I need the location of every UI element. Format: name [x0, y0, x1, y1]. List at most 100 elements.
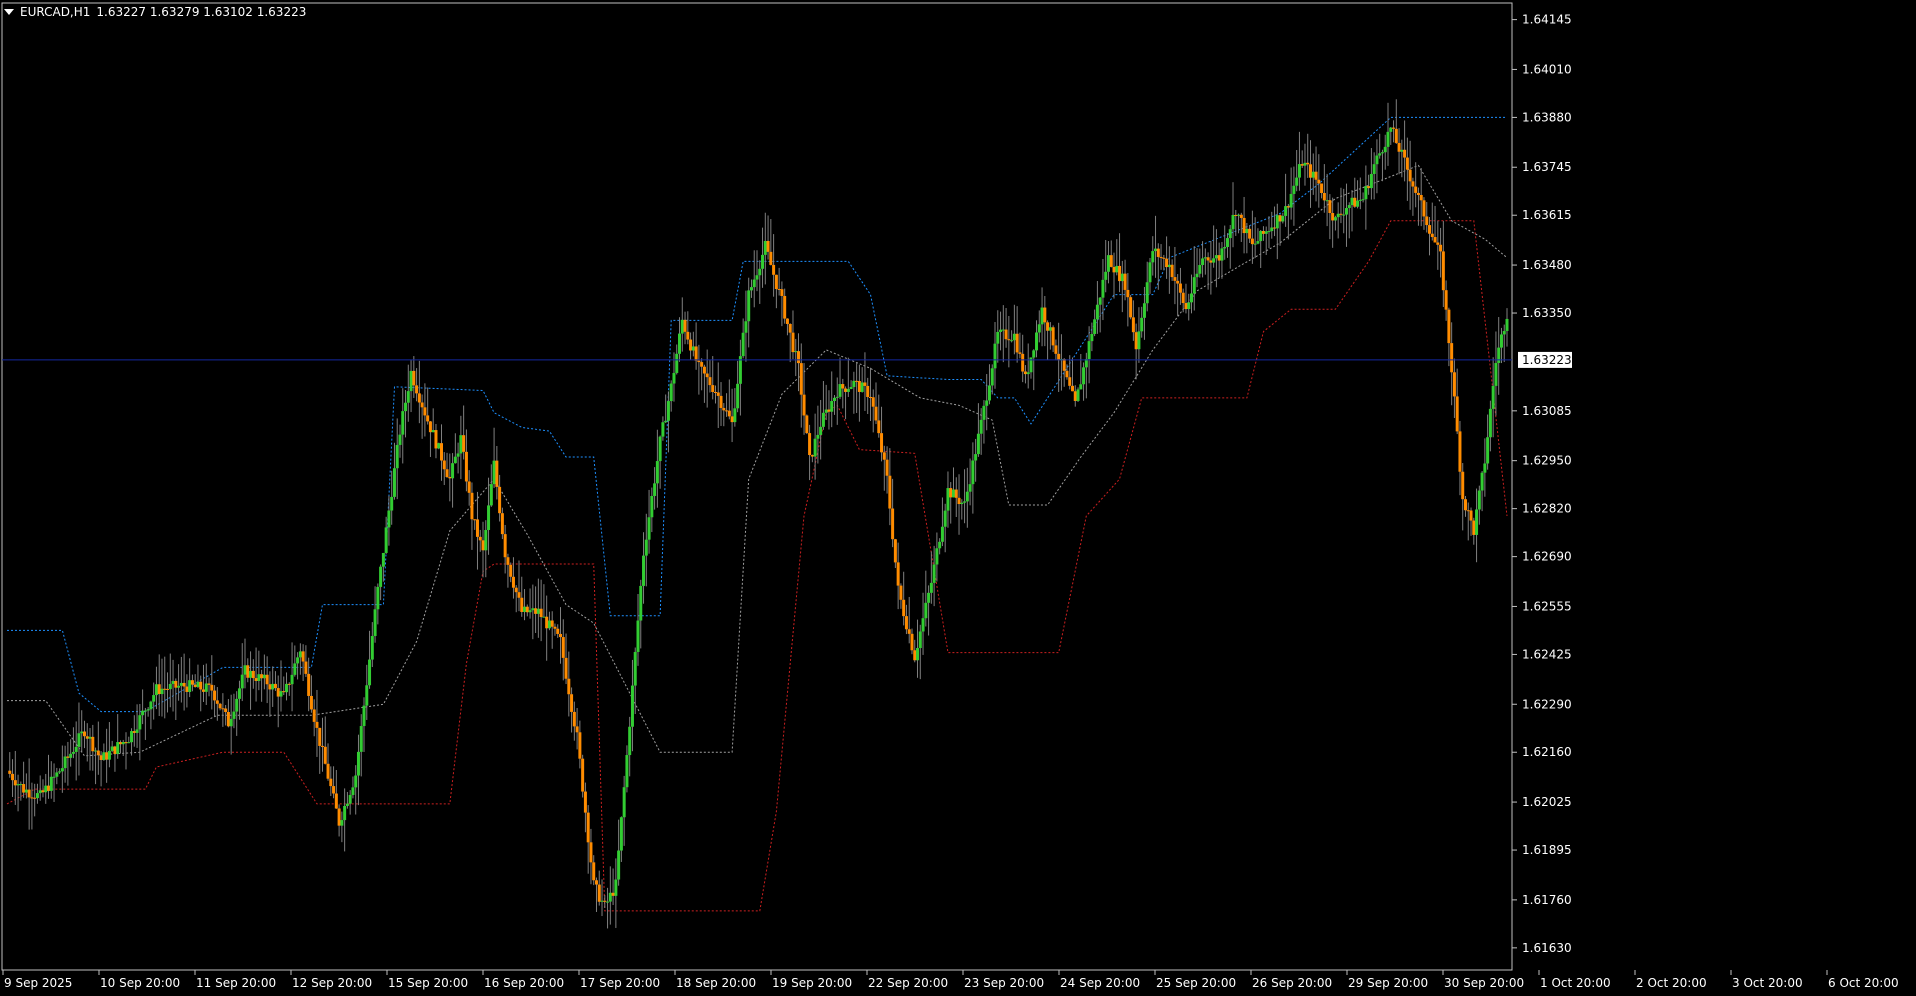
candle-body	[201, 689, 205, 692]
x-tick-label: 6 Oct 20:00	[1828, 976, 1899, 990]
candle-body	[1201, 258, 1205, 266]
candle-body	[1309, 164, 1313, 178]
candle-body	[11, 773, 15, 781]
candle-body	[210, 684, 214, 691]
candle-body	[1356, 200, 1360, 207]
candle-body	[351, 787, 355, 795]
candle-body	[1209, 260, 1213, 263]
x-tick-label: 29 Sep 20:00	[1348, 976, 1428, 990]
candle-body	[489, 484, 493, 506]
candle-body	[1444, 290, 1448, 310]
candle-body	[932, 564, 936, 583]
candle-body	[113, 746, 117, 754]
candle-body	[888, 475, 892, 509]
collapse-triangle-icon[interactable]	[4, 9, 14, 15]
candle-body	[1477, 490, 1481, 510]
candle-body	[74, 746, 78, 752]
candle-body	[1499, 334, 1503, 348]
candle-body	[1428, 225, 1432, 234]
candle-body	[163, 688, 167, 690]
candle-body	[459, 435, 463, 454]
candle-body	[398, 434, 402, 445]
candle-body	[1267, 231, 1271, 233]
price-chart[interactable]: 1.64145 1.64010 1.63880 1.63745 1.63615 1.634…	[0, 0, 1916, 996]
candle-body	[1475, 509, 1479, 535]
candle-body	[1106, 255, 1110, 272]
candle-body	[1192, 277, 1196, 294]
candle-body	[1217, 255, 1221, 261]
candle-body	[1469, 510, 1473, 521]
candle-body	[805, 415, 809, 434]
candle-body	[708, 377, 712, 386]
candle-body	[863, 382, 867, 386]
candle-body	[179, 682, 183, 686]
candle-body	[678, 333, 682, 354]
candle-body	[124, 742, 128, 744]
candle-body	[1419, 194, 1423, 201]
candle-body	[1342, 214, 1346, 216]
candle-body	[1123, 273, 1127, 290]
candle-body	[298, 651, 302, 658]
candle-body	[1178, 283, 1182, 293]
candle-body	[22, 784, 26, 793]
candle-body	[1358, 199, 1362, 201]
candle-body	[285, 683, 289, 693]
candle-body	[650, 495, 654, 518]
candle-body	[453, 456, 457, 464]
candle-body	[1225, 238, 1229, 247]
candle-body	[1306, 162, 1310, 165]
candle-body	[763, 240, 767, 255]
candle-body	[772, 264, 776, 275]
candle-body	[395, 444, 399, 469]
candle-body	[559, 633, 563, 638]
candle-body	[1386, 131, 1390, 147]
candle-body	[232, 711, 236, 719]
candle-body	[268, 684, 272, 690]
candle-body	[1369, 173, 1373, 189]
candle-body	[694, 346, 698, 361]
candle-body	[946, 488, 950, 511]
candle-body	[990, 368, 994, 386]
candle-body	[224, 708, 228, 713]
candle-body	[744, 321, 748, 333]
candle-body	[1118, 265, 1122, 282]
candle-body	[979, 419, 983, 434]
candle-body	[1018, 352, 1022, 354]
candle-body	[1425, 216, 1429, 226]
candle-body	[251, 670, 255, 679]
candle-body	[954, 489, 958, 498]
candle-body	[749, 287, 753, 291]
candle-body	[1295, 177, 1299, 186]
candle-body	[143, 710, 147, 712]
candle-body	[1297, 164, 1301, 178]
candle-body	[1491, 385, 1495, 409]
candle-body	[561, 637, 565, 658]
candle-body	[506, 557, 510, 565]
candle-body	[428, 421, 432, 433]
candle-body	[182, 682, 186, 687]
candle-body	[215, 700, 219, 704]
candle-body	[356, 751, 360, 776]
x-tick-label: 3 Oct 20:00	[1732, 976, 1803, 990]
candle-body	[691, 346, 695, 351]
candle-body	[1051, 327, 1055, 346]
candle-body	[412, 370, 416, 386]
candle-body	[1483, 463, 1487, 473]
candle-body	[365, 685, 369, 706]
candle-body	[426, 415, 430, 422]
candle-body	[1403, 149, 1407, 158]
candle-body	[968, 484, 972, 492]
candle-body	[520, 597, 524, 612]
candle-body	[622, 787, 626, 818]
candle-body	[797, 351, 801, 364]
candle-body	[1203, 257, 1207, 259]
candle-body	[193, 684, 197, 687]
candle-body	[824, 409, 828, 413]
candle-body	[417, 393, 421, 403]
candle-body	[680, 319, 684, 334]
candle-body	[619, 817, 623, 851]
candle-body	[761, 254, 765, 269]
y-tick-label: 1.62820	[1522, 502, 1572, 516]
candle-body	[1073, 391, 1077, 401]
candle-body	[91, 736, 95, 752]
